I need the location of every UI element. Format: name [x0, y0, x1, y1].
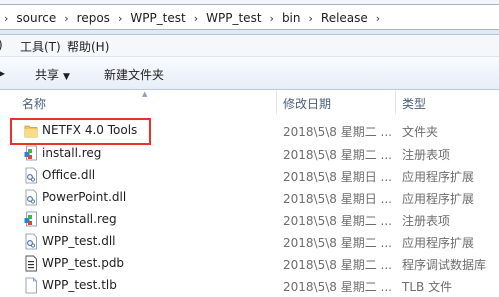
file-name: WPP_test.tlb [42, 278, 117, 292]
breadcrumb-separator[interactable]: › [60, 12, 72, 25]
reg-file-icon [24, 145, 37, 161]
file-type: 注册表项 [402, 148, 451, 162]
file-row[interactable]: Office.dll 2018\5\8 星期日 ... 应用程序扩展 [0, 165, 499, 187]
file-name: uninstall.reg [42, 212, 117, 226]
dll-file-icon [25, 167, 37, 184]
file-name: WPP_test.pdb [42, 256, 125, 270]
menu-item-view-partial[interactable]: ) [0, 38, 3, 52]
file-modified: 2018\5\8 星期二 ... [283, 258, 392, 272]
file-row[interactable]: WPP_test.pdb 2018\5\8 星期二 ... 程序调试数据库 [0, 253, 499, 275]
tlb-file-icon [25, 277, 37, 294]
file-modified: 2018\5\8 星期日 ... [283, 170, 392, 184]
breadcrumb-separator[interactable]: › [266, 12, 278, 25]
file-name: NETFX 4.0 Tools [42, 123, 138, 137]
address-bar-area: › source › repos › WPP_test › WPP_test ›… [0, 0, 499, 35]
pdb-file-icon [25, 255, 37, 272]
file-row[interactable]: WPP_test.tlb 2018\5\8 星期二 ... TLB 文件 [0, 275, 499, 297]
file-modified: 2018\5\8 星期二 ... [283, 236, 392, 250]
share-label: 共享 [35, 68, 60, 82]
breadcrumb-separator[interactable]: › [190, 12, 202, 25]
dll-file-icon [25, 189, 37, 206]
file-row[interactable]: NETFX 4.0 Tools 2018\5\8 星期二 ... 文件夹 [0, 120, 499, 142]
file-name: WPP_test.dll [42, 234, 116, 248]
column-divider[interactable] [276, 90, 277, 114]
column-header-row: ▲ 名称 修改日期 类型 [0, 90, 499, 114]
file-type: 应用程序扩展 [402, 170, 475, 184]
file-modified: 2018\5\8 星期二 ... [283, 214, 392, 228]
file-name: install.reg [42, 146, 102, 160]
file-row[interactable]: WPP_test.dll 2018\5\8 星期二 ... 应用程序扩展 [0, 231, 499, 253]
folder-icon [24, 125, 38, 138]
breadcrumb: › source › repos › WPP_test › WPP_test ›… [0, 9, 384, 27]
file-modified: 2018\5\8 星期二 ... [283, 280, 392, 294]
menu-item-help[interactable]: 帮助(H) [67, 38, 109, 55]
file-type: TLB 文件 [402, 280, 453, 294]
new-folder-button[interactable]: 新建文件夹 [104, 66, 164, 83]
column-header-modified[interactable]: 修改日期 [283, 95, 331, 112]
address-bar[interactable]: › source › repos › WPP_test › WPP_test ›… [0, 4, 499, 30]
file-row[interactable]: install.reg 2018\5\8 星期二 ... 注册表项 [0, 143, 499, 165]
file-modified: 2018\5\8 星期二 ... [283, 125, 392, 139]
breadcrumb-wpp-test[interactable]: WPP_test [126, 11, 189, 25]
file-type: 应用程序扩展 [402, 236, 475, 250]
menu-item-tools[interactable]: 工具(T) [20, 38, 61, 55]
file-type: 文件夹 [402, 125, 439, 139]
file-row[interactable]: PowerPoint.dll 2018\5\8 星期日 ... 应用程序扩展 [0, 187, 499, 209]
breadcrumb-source[interactable]: source [12, 11, 60, 25]
column-header-name[interactable]: 名称 [22, 95, 46, 112]
breadcrumb-separator[interactable]: › [0, 12, 12, 25]
breadcrumb-separator[interactable]: › [114, 12, 126, 25]
breadcrumb-wpp-test-2[interactable]: WPP_test [202, 11, 265, 25]
reg-file-icon [24, 211, 37, 227]
file-modified: 2018\5\8 星期日 ... [283, 192, 392, 206]
file-name: PowerPoint.dll [42, 190, 127, 204]
breadcrumb-repos[interactable]: repos [73, 11, 114, 25]
breadcrumb-separator[interactable]: › [372, 12, 384, 25]
sort-ascending-icon: ▲ [142, 90, 148, 98]
breadcrumb-bin[interactable]: bin [278, 11, 305, 25]
file-name: Office.dll [42, 168, 96, 182]
file-type: 程序调试数据库 [402, 258, 487, 272]
file-modified: 2018\5\8 星期二 ... [283, 148, 392, 162]
share-button[interactable]: 共享 ▼ [35, 66, 70, 83]
breadcrumb-separator[interactable]: › [305, 12, 317, 25]
file-type: 注册表项 [402, 214, 451, 228]
column-header-type[interactable]: 类型 [402, 95, 426, 112]
menu-bar: ) 工具(T) 帮助(H) [0, 35, 499, 57]
file-type: 应用程序扩展 [402, 192, 475, 206]
command-bar: ▸ 共享 ▼ 新建文件夹 [0, 57, 499, 90]
toolbar-chevron-icon[interactable]: ▸ [0, 66, 5, 80]
chevron-down-icon: ▼ [63, 72, 70, 82]
breadcrumb-release[interactable]: Release [317, 11, 372, 25]
column-divider[interactable] [395, 90, 396, 114]
dll-file-icon [25, 233, 37, 250]
file-row[interactable]: uninstall.reg 2018\5\8 星期二 ... 注册表项 [0, 209, 499, 231]
